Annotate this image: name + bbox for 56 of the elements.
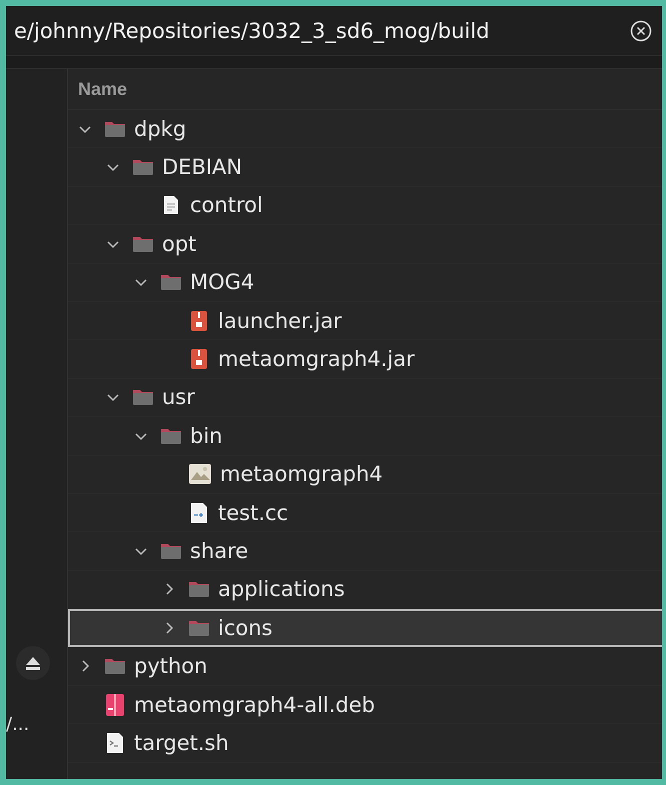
file-name: metaomgraph4-all.deb — [134, 692, 375, 717]
file-name: python — [134, 654, 208, 678]
file-name: DEBIAN — [162, 155, 242, 180]
file-row[interactable]: metaomgraph4 — [68, 456, 662, 494]
file-name: dpkg — [134, 116, 186, 141]
file-row[interactable]: opt — [68, 225, 662, 264]
window-title: e/johnny/Repositories/3032_3_sd6_mog/build — [14, 18, 490, 42]
file-row[interactable]: control — [68, 186, 662, 226]
archive-file-icon — [188, 310, 210, 332]
package-file-icon — [104, 692, 126, 717]
folder-icon — [160, 542, 182, 560]
folder-icon — [132, 158, 154, 176]
file-row[interactable]: usr — [68, 378, 662, 418]
file-row[interactable]: share — [68, 532, 662, 571]
file-name: metaomgraph4 — [220, 462, 383, 486]
eject-button[interactable] — [16, 646, 50, 680]
folder-icon — [188, 619, 210, 638]
close-button[interactable] — [630, 20, 652, 42]
file-name: control — [190, 193, 263, 218]
file-row[interactable]: DEBIAN — [68, 148, 662, 187]
file-row[interactable]: target.sh — [68, 724, 662, 763]
file-name: bin — [190, 424, 222, 448]
file-row[interactable]: dpkg — [68, 110, 662, 148]
file-name: opt — [162, 232, 196, 256]
folder-icon — [132, 234, 154, 253]
folder-icon — [160, 426, 182, 445]
folder-icon — [160, 273, 182, 292]
file-name: MOG4 — [190, 270, 254, 294]
archive-file-icon — [188, 348, 210, 370]
folder-icon — [104, 657, 126, 676]
eject-icon — [26, 656, 40, 670]
image-file-icon — [188, 463, 212, 486]
file-row[interactable]: metaomgraph4.jar — [68, 340, 662, 379]
column-header[interactable]: Name — [78, 78, 128, 100]
file-name: test.cc — [218, 500, 288, 525]
script-file-icon — [104, 732, 126, 754]
code-file-icon — [188, 502, 210, 524]
file-row[interactable]: metaomgraph4-all.deb — [68, 686, 662, 724]
file-name: icons — [218, 616, 272, 640]
sidebar-item[interactable]: /... — [6, 714, 67, 735]
file-name: launcher.jar — [218, 308, 342, 333]
file-row[interactable]: MOG4 — [68, 264, 662, 302]
folder-icon — [104, 120, 126, 138]
file-row[interactable]: launcher.jar — [68, 302, 662, 340]
close-icon — [630, 20, 652, 42]
file-name: metaomgraph4.jar — [218, 347, 415, 372]
file-row[interactable]: python — [68, 647, 662, 686]
folder-icon — [188, 580, 210, 598]
folder-icon — [132, 388, 154, 406]
file-name: usr — [162, 385, 195, 410]
file-row[interactable]: icons — [68, 609, 662, 648]
file-row[interactable]: bin — [68, 417, 662, 456]
file-row[interactable]: test.cc — [68, 494, 662, 532]
file-name: applications — [218, 577, 345, 602]
file-name: share — [190, 538, 248, 563]
file-name: target.sh — [134, 730, 229, 755]
